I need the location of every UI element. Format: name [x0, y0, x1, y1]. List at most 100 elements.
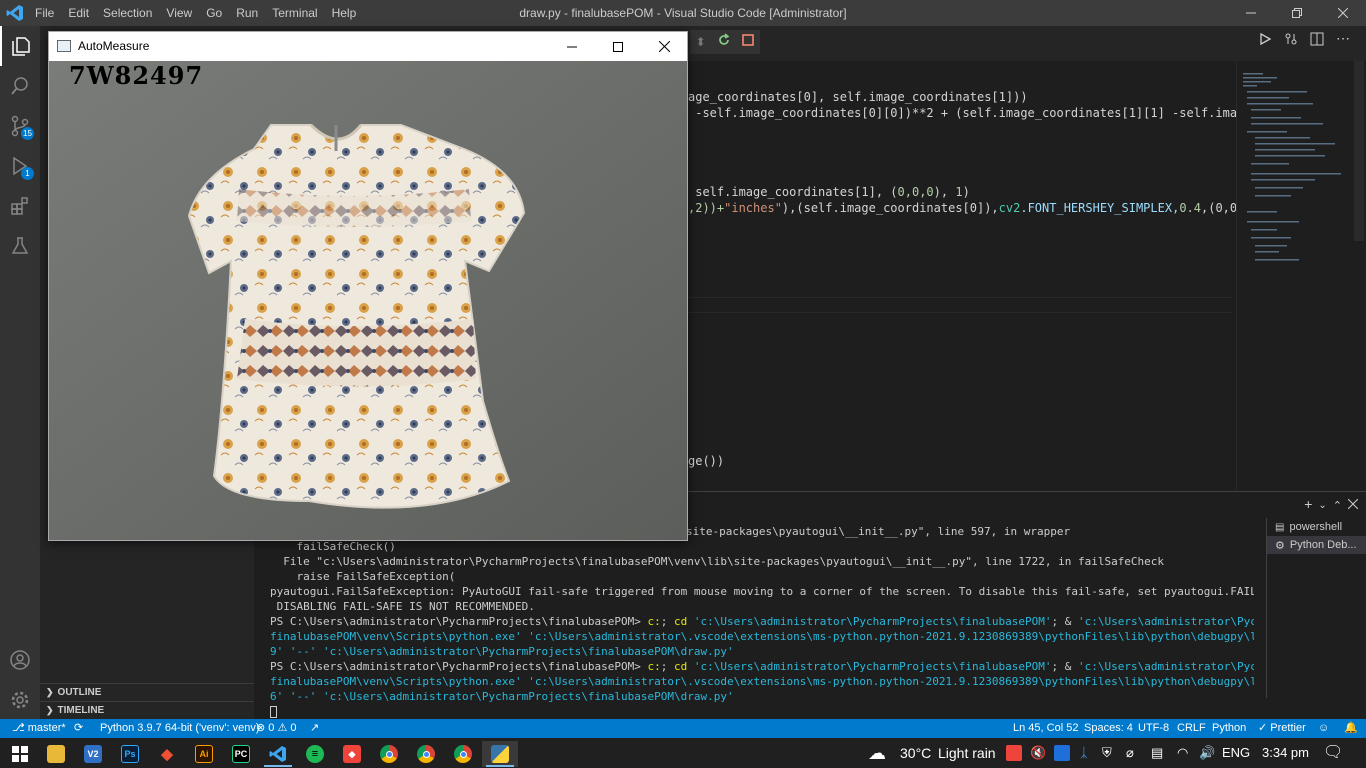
prettier-status[interactable]: ✓ Prettier — [1258, 719, 1306, 738]
taskbar-photoshop[interactable]: Ps — [112, 741, 148, 767]
menu-terminal[interactable]: Terminal — [265, 0, 324, 26]
anydesk-tray-icon[interactable] — [1006, 745, 1022, 761]
terminal-prompt: PS C:\Users\administrator\PycharmProject… — [270, 660, 648, 673]
menu-help[interactable]: Help — [325, 0, 364, 26]
app-window-icon — [57, 40, 71, 52]
menu-go[interactable]: Go — [199, 0, 229, 26]
menu-view[interactable]: View — [159, 0, 199, 26]
taskbar-vscode[interactable] — [260, 741, 296, 767]
automeasure-title-bar[interactable]: AutoMeasure — [49, 32, 687, 61]
scrollbar-thumb[interactable] — [1354, 61, 1364, 241]
input-language[interactable]: ENG — [1222, 738, 1250, 768]
clock[interactable]: 3:34 pm — [1262, 738, 1309, 768]
explorer-button[interactable] — [0, 26, 40, 66]
taskbar-chrome-1[interactable] — [371, 741, 407, 767]
menu-selection[interactable]: Selection — [96, 0, 159, 26]
manage-button[interactable] — [0, 680, 40, 720]
close-panel-button[interactable] — [1347, 496, 1359, 516]
testing-button[interactable] — [0, 226, 40, 266]
weather-condition[interactable]: Light rain — [938, 738, 996, 768]
taskbar-python[interactable] — [482, 741, 518, 767]
live-share-icon[interactable]: ↗ — [310, 719, 319, 738]
error-count: 0 — [268, 722, 275, 734]
sync-icon[interactable]: ⟳ — [74, 719, 83, 738]
stop-button[interactable] — [742, 33, 755, 51]
restore-button[interactable] — [1274, 0, 1320, 26]
compare-button[interactable] — [1284, 32, 1298, 51]
maximize-button[interactable] — [595, 32, 641, 61]
extensions-button[interactable] — [0, 186, 40, 226]
stop-icon — [742, 34, 755, 46]
extensions-icon — [11, 197, 28, 215]
editor-scrollbar[interactable] — [1352, 61, 1366, 491]
outline-section[interactable]: ❯ OUTLINE — [40, 683, 254, 701]
menu-file[interactable]: File — [28, 0, 61, 26]
chevron-down-icon[interactable]: ⌄ — [1318, 496, 1326, 516]
terminal-instance-python-debug[interactable]: ⚙ Python Deb... — [1267, 536, 1366, 554]
taskbar-chrome-3[interactable] — [445, 741, 481, 767]
drag-handle-icon[interactable]: ⬍ — [696, 35, 706, 49]
encoding[interactable]: UTF-8 — [1138, 719, 1169, 738]
close-button[interactable] — [1320, 0, 1366, 26]
taskbar-git-app[interactable]: ◆ — [149, 741, 185, 767]
start-button[interactable] — [2, 741, 38, 767]
language-mode[interactable]: Python — [1212, 719, 1246, 738]
cursor-position[interactable]: Ln 45, Col 52 — [1013, 719, 1078, 738]
gear-icon — [11, 691, 29, 709]
taskbar-app-v2[interactable]: V2 — [75, 741, 111, 767]
interpreter-selector[interactable]: Python 3.9.7 64-bit ('venv': venv) — [100, 719, 260, 738]
menu-run[interactable]: Run — [229, 0, 265, 26]
problems-indicator[interactable]: ⊗ 0 ⚠ 0 — [256, 719, 297, 738]
notification-center-icon[interactable]: 🗨 — [1323, 738, 1343, 768]
taskbar-anydesk[interactable]: ◆ — [334, 741, 370, 767]
wifi-icon[interactable]: ◠ — [1177, 738, 1188, 768]
weather-temperature[interactable]: 30°C — [900, 738, 931, 768]
volume-icon[interactable]: 🔊 — [1199, 738, 1215, 768]
close-button[interactable] — [641, 32, 687, 61]
taskbar-chrome-2[interactable] — [408, 741, 444, 767]
taskbar-spotify[interactable]: ≡ — [297, 741, 333, 767]
taskbar-pycharm[interactable]: PC — [223, 741, 259, 767]
maximize-panel-button[interactable]: ⌃ — [1333, 496, 1342, 516]
menu-edit[interactable]: Edit — [61, 0, 96, 26]
terminal-output[interactable]: site-packages\pyautogui\__init__.py", li… — [270, 524, 1254, 719]
taskbar-illustrator[interactable]: Ai — [186, 741, 222, 767]
wifi-off-icon[interactable]: ⌀ — [1126, 738, 1134, 768]
panel-actions: + ⌄ ⌃ — [1304, 496, 1359, 516]
accounts-button[interactable] — [0, 640, 40, 680]
code-number: 1 — [955, 185, 963, 199]
source-control-button[interactable]: 15 — [0, 106, 40, 146]
run-debug-button[interactable]: 1 — [0, 146, 40, 186]
taskbar: V2 Ps ◆ Ai PC ≡ ◆ ☁ 30°C Light rain 🔇 ᛣ … — [0, 738, 1366, 768]
volume-muted-tray-icon[interactable]: 🔇 — [1030, 738, 1046, 768]
line-endings[interactable]: CRLF — [1177, 719, 1206, 738]
feedback-icon[interactable]: ☺ — [1318, 719, 1329, 738]
run-button[interactable] — [1258, 32, 1272, 51]
search-icon — [11, 77, 28, 95]
garment-image-canvas[interactable]: 7W82497 — [49, 61, 687, 540]
indentation[interactable]: Spaces: 4 — [1084, 719, 1133, 738]
new-terminal-button[interactable]: + — [1304, 496, 1312, 516]
branch-indicator[interactable]: ⎇ master* — [12, 719, 66, 738]
terminal-token: ; & — [1051, 660, 1078, 673]
close-icon — [1338, 8, 1348, 18]
split-editor-button[interactable] — [1310, 32, 1324, 51]
restart-button[interactable] — [717, 32, 731, 52]
remote-desktop-tray-icon[interactable] — [1054, 745, 1070, 761]
more-actions-button[interactable]: ⋯ — [1336, 31, 1350, 51]
search-button[interactable] — [0, 66, 40, 106]
weather-icon[interactable]: ☁ — [868, 738, 886, 768]
taskbar-file-explorer[interactable] — [38, 741, 74, 767]
minimize-button[interactable] — [549, 32, 595, 61]
terminal-instance-powershell[interactable]: ▤ powershell — [1267, 518, 1366, 536]
timeline-section[interactable]: ❯ TIMELINE — [40, 701, 254, 719]
minimize-button[interactable] — [1228, 0, 1274, 26]
notifications-icon[interactable]: 🔔 — [1344, 719, 1358, 738]
security-icon[interactable]: ⛨ — [1102, 738, 1112, 768]
bluetooth-icon[interactable]: ᛣ — [1080, 738, 1088, 768]
automeasure-window[interactable]: AutoMeasure 7W82497 — [48, 31, 688, 541]
minimap[interactable] — [1236, 61, 1346, 491]
network-icon[interactable]: ▤ — [1151, 738, 1163, 768]
code-text: ) — [962, 185, 970, 199]
windows-icon — [12, 746, 28, 762]
